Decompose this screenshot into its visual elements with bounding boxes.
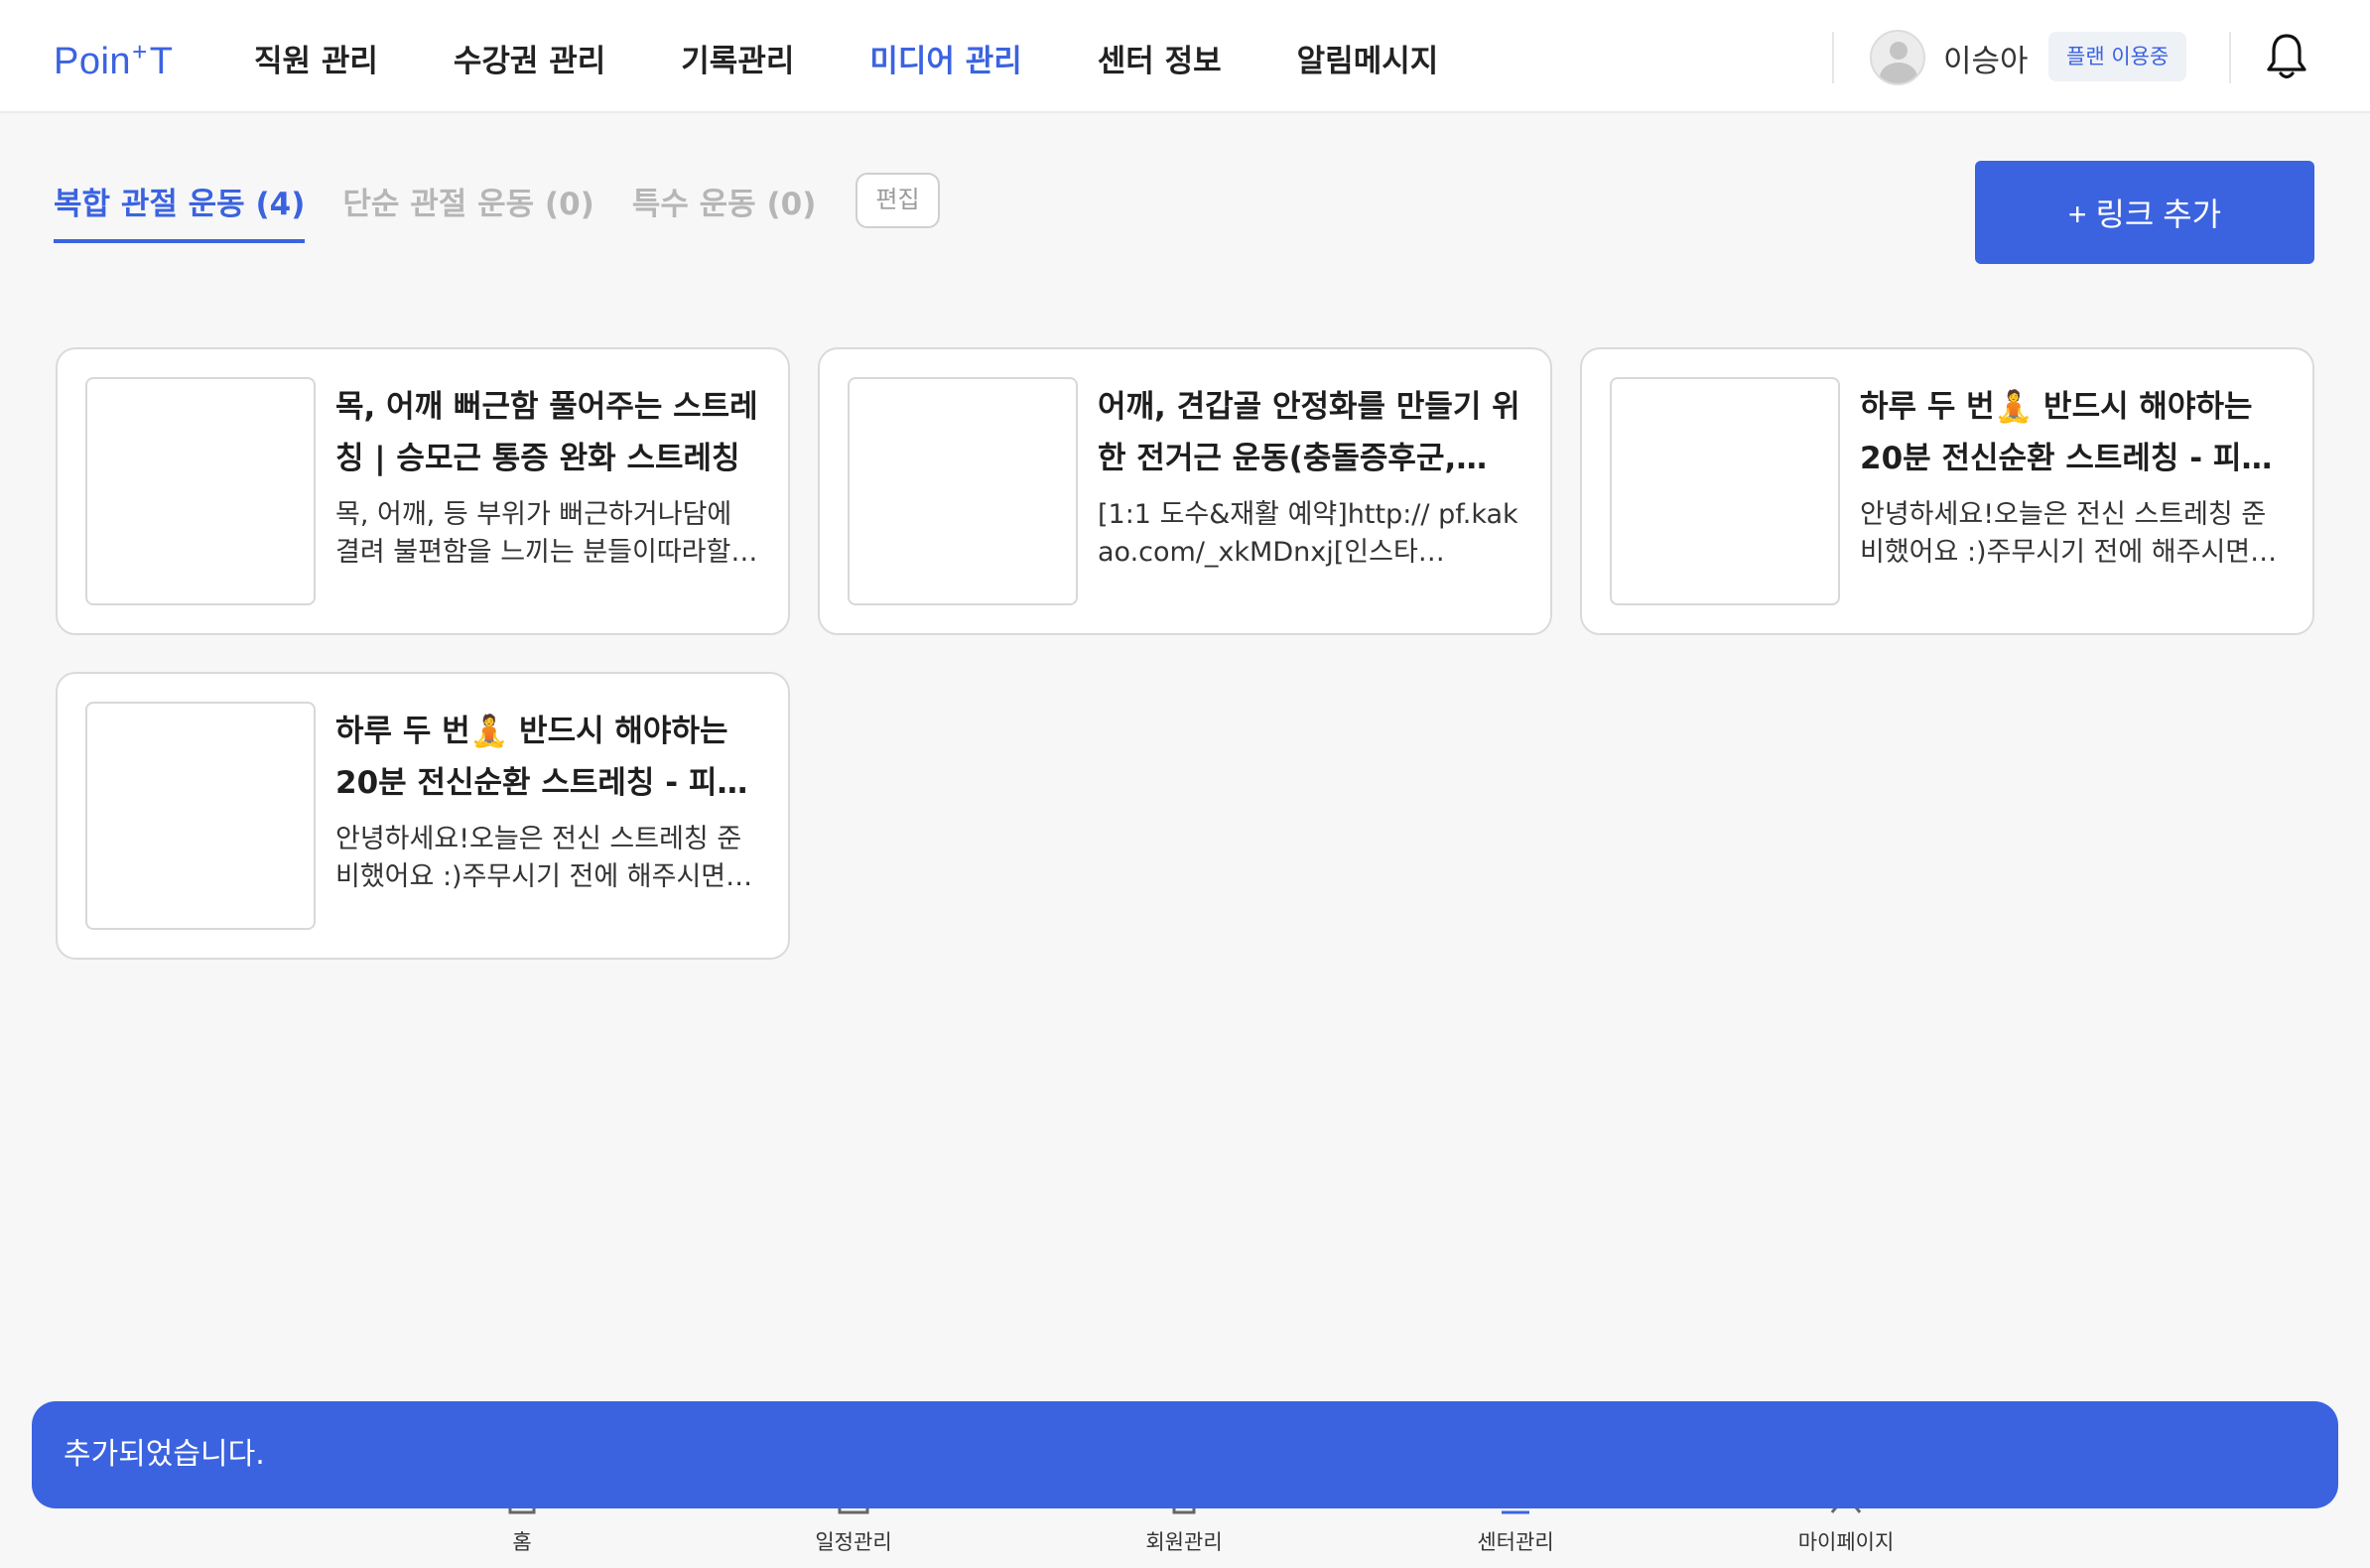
media-card-title: 하루 두 번🧘 반드시 해야하는 20분 전신순환 스트레칭 - 피로회… (335, 714, 745, 801)
media-card[interactable]: 어깨, 견갑골 안정화를 만들기 위한 전거근 운동(충돌증후군, 하… [1:… (818, 347, 1552, 635)
logo-text-end: T (149, 41, 174, 82)
header-divider (1832, 32, 1834, 83)
media-card[interactable]: 하루 두 번🧘 반드시 해야하는 20분 전신순환 스트레칭 - 피로회… 안녕… (56, 672, 790, 960)
logo-text-start: Poin (54, 41, 132, 82)
user-name[interactable]: 이승아 (1943, 36, 2029, 80)
bell-icon[interactable] (2265, 32, 2308, 81)
video-thumbnail (848, 377, 1078, 605)
add-link-button[interactable]: + 링크 추가 (1975, 161, 2314, 264)
nav-item-notifications[interactable]: 알림메시지 (1297, 36, 1439, 80)
logo-plus: + (132, 37, 148, 66)
media-card-title: 어깨, 견갑골 안정화를 만들기 위한 전거근 운동(충돌증후군, 하… (1098, 389, 1520, 476)
media-card[interactable]: 목, 어깨 뻐근함 풀어주는 스트레칭 | 승모근 통증 완화 스트레칭 목, … (56, 347, 790, 635)
nav-item-media[interactable]: 미디어 관리 (869, 36, 1021, 80)
bottom-nav-label: 마이페이지 (1797, 1530, 1895, 1554)
bottom-nav-label: 홈 (512, 1530, 532, 1554)
edit-button[interactable]: 편집 (856, 173, 940, 228)
main-nav: 직원 관리 수강권 관리 기록관리 미디어 관리 센터 정보 알림메시지 (254, 30, 1514, 85)
plan-status-badge: 플랜 이용중 (2048, 32, 2187, 81)
nav-item-passes[interactable]: 수강권 관리 (454, 36, 605, 80)
bottom-nav-label: 일정관리 (815, 1530, 892, 1554)
media-card-description: 안녕하세요!오늘은 전신 스트레칭 준비했어요 :)주무시기 전에 해주시면 하… (1860, 499, 2267, 568)
header-divider (2229, 32, 2231, 83)
media-card-title: 목, 어깨 뻐근함 풀어주는 스트레칭 | 승모근 통증 완화 스트레칭 (335, 389, 758, 476)
video-thumbnail (85, 702, 316, 930)
tab-special[interactable]: 특수 운동 (0) (632, 179, 817, 239)
user-avatar-icon[interactable] (1870, 30, 1925, 85)
video-thumbnail (1610, 377, 1840, 605)
tab-simple-joint[interactable]: 단순 관절 운동 (0) (342, 179, 593, 239)
media-card-title: 하루 두 번🧘 반드시 해야하는 20분 전신순환 스트레칭 - 피로회… (1860, 389, 2270, 476)
bottom-nav-label: 회원관리 (1145, 1530, 1223, 1554)
category-tabs: 복합 관절 운동 (4) 단순 관절 운동 (0) 특수 운동 (0) 편집 (54, 173, 940, 243)
nav-item-records[interactable]: 기록관리 (681, 36, 794, 80)
media-card-description: 안녕하세요!오늘은 전신 스트레칭 준비했어요 :)주무시기 전에 해주시면 하… (335, 824, 742, 892)
video-thumbnail (85, 377, 316, 605)
avatar-body (1880, 63, 1917, 83)
top-header: Poin + T 직원 관리 수강권 관리 기록관리 미디어 관리 센터 정보 알림… (0, 0, 2370, 113)
media-card-description: 목, 어깨, 등 부위가 뻐근하거나담에 결려 불편함을 느끼는 분들이따라할 … (335, 499, 732, 568)
toast-message: 추가되었습니다. (32, 1401, 2338, 1508)
tab-compound-joint[interactable]: 복합 관절 운동 (4) (54, 179, 306, 243)
media-card-description: [1:1 도수&재활 예약]http:// pf.kakao.com/_xkMD… (1098, 499, 1518, 568)
app-logo[interactable]: Poin + T (54, 34, 173, 83)
bottom-nav-label: 센터관리 (1477, 1530, 1554, 1554)
nav-item-center-info[interactable]: 센터 정보 (1098, 36, 1222, 80)
avatar-head (1890, 42, 1908, 60)
nav-item-staff[interactable]: 직원 관리 (254, 36, 378, 80)
media-card[interactable]: 하루 두 번🧘 반드시 해야하는 20분 전신순환 스트레칭 - 피로회… 안녕… (1580, 347, 2314, 635)
